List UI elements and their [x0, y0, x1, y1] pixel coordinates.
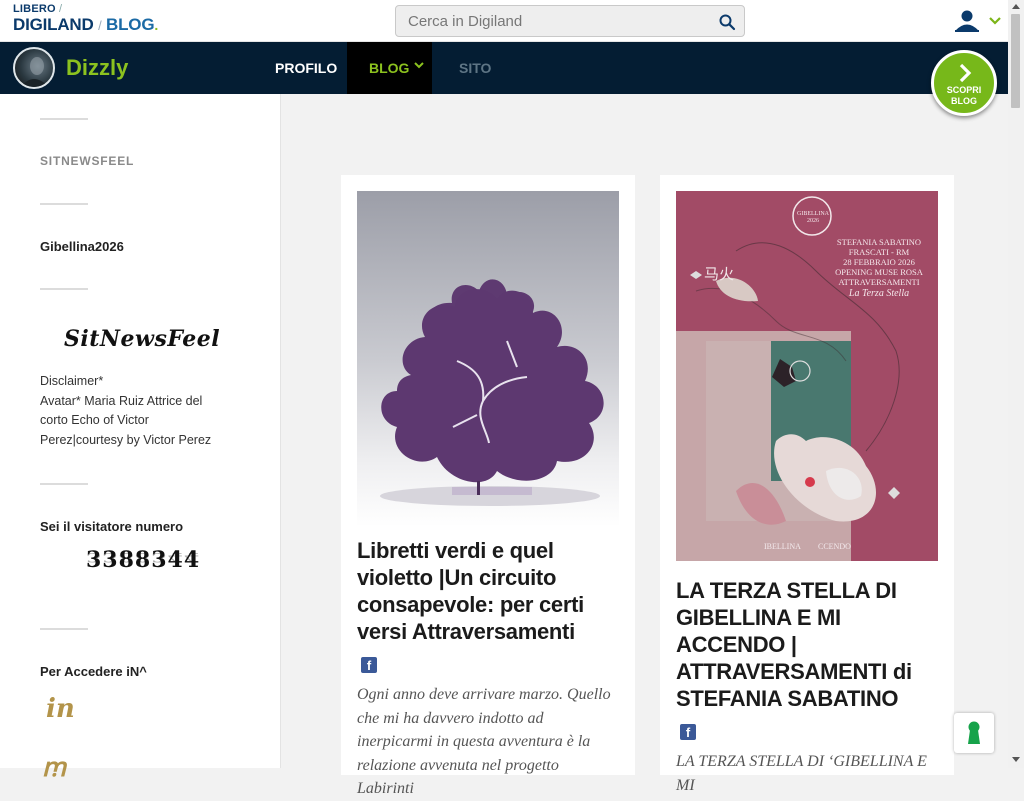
keyhole-icon: [968, 721, 980, 744]
post-card: Libretti verdi e quel violetto |Un circu…: [341, 175, 635, 797]
post-title[interactable]: Libretti verdi e quel violetto |Un circu…: [357, 537, 619, 645]
nav-profilo[interactable]: PROFILO: [275, 42, 337, 94]
divider: [40, 118, 88, 120]
poster-line: OPENING MUSE ROSA: [835, 267, 923, 277]
chevron-right-icon: [959, 63, 972, 83]
poster-footer-left: IBELLINA: [764, 542, 801, 551]
search-icon[interactable]: [718, 13, 736, 31]
scopri-line1: SCOPRI: [946, 85, 982, 95]
nav-sito[interactable]: SITO: [459, 42, 491, 94]
access-title: Per Accedere iN^: [40, 664, 147, 679]
logo-separator: /: [98, 18, 102, 33]
post-title[interactable]: LA TERZA STELLA DI GIBELLINA E MI ACCEND…: [676, 577, 938, 712]
scopri-blog-button[interactable]: SCOPRI BLOG: [931, 50, 997, 116]
top-header: LIBERO / DIGILAND / BLOG.: [0, 0, 1008, 42]
poster-line: ATTRAVERSAMENTI: [838, 277, 920, 287]
disclaimer-text: Disclaimer* Avatar* Maria Ruiz Attrice d…: [40, 374, 212, 447]
search-box: [395, 5, 745, 37]
user-icon: [955, 10, 979, 32]
poster-signature: La Terza Stella: [848, 288, 910, 299]
visitor-counter-title: Sei il visitatore numero: [40, 519, 184, 534]
poster-chinese-text: 马火: [704, 265, 735, 283]
logo-digiland: DIGILAND: [13, 15, 94, 34]
poster-footer-right: CCENDO: [818, 542, 851, 551]
visitor-count-reflection: 3388344: [86, 549, 201, 565]
post-excerpt: LA TERZA STELLA DI ‘GIBELLINA E MI: [676, 753, 927, 794]
logo-separator: /: [59, 3, 63, 15]
search-input[interactable]: [396, 6, 706, 36]
chevron-down-icon: [414, 62, 424, 69]
post-card: GIBELLINA 2026 STEFANIA SABATINO FRASCAT…: [660, 175, 954, 794]
facebook-share-icon[interactable]: f: [680, 724, 696, 740]
scopri-line2: BLOG: [951, 96, 977, 106]
poster-text: STEFANIA SABATINO FRASCATI - RM 28 FEBBR…: [824, 237, 934, 299]
scroll-up-arrow[interactable]: [1012, 4, 1020, 9]
page-scrollbar[interactable]: [1008, 0, 1024, 768]
sidebar-section-title: SITNEWSFEEL: [40, 154, 135, 168]
scroll-down-arrow[interactable]: [1012, 757, 1020, 762]
post-image[interactable]: GIBELLINA 2026 STEFANIA SABATINO FRASCAT…: [676, 191, 938, 561]
post-excerpt: Ogni anno deve arrivare marzo. Quello ch…: [357, 686, 611, 797]
poster-badge: GIBELLINA 2026: [797, 211, 829, 224]
divider: [40, 628, 88, 630]
logo-dot: .: [154, 17, 159, 33]
avatar[interactable]: [13, 47, 55, 89]
nav-blog[interactable]: BLOG: [347, 42, 432, 94]
divider: [40, 483, 88, 485]
sitnewsfeel-logo: SitNewsFeel: [64, 326, 221, 352]
poster-line: FRASCATI - RM: [848, 247, 910, 257]
privacy-keyhole-button[interactable]: [954, 713, 994, 753]
logo-blog: BLOG: [106, 15, 155, 34]
poster-line: STEFANIA SABATINO: [836, 237, 922, 247]
user-menu[interactable]: [952, 8, 1004, 34]
facebook-share-icon[interactable]: f: [361, 657, 377, 673]
libero-digiland-logo[interactable]: LIBERO / DIGILAND / BLOG.: [13, 3, 159, 34]
sidebar-section-title: Gibellina2026: [40, 239, 124, 254]
scrollbar-thumb[interactable]: [1011, 14, 1020, 108]
poster-line: 28 FEBBRAIO 2026: [843, 257, 915, 267]
in-logo[interactable]: ꭑ: [42, 748, 66, 784]
logo-libero: LIBERO: [13, 3, 56, 15]
in-logo[interactable]: in: [46, 694, 75, 724]
blog-name[interactable]: Dizzly: [66, 55, 128, 81]
nav-blog-label: BLOG: [369, 60, 410, 76]
sidebar: SITNEWSFEEL Gibellina2026 SitNewsFeel Di…: [0, 94, 281, 783]
post-image[interactable]: [357, 191, 619, 527]
visitor-counter: 3388344 3388344: [86, 547, 200, 573]
chevron-down-icon: [989, 17, 1001, 25]
blog-navbar: Dizzly PROFILO BLOG SITO: [0, 42, 1008, 94]
divider: [40, 288, 88, 290]
divider: [40, 203, 88, 205]
